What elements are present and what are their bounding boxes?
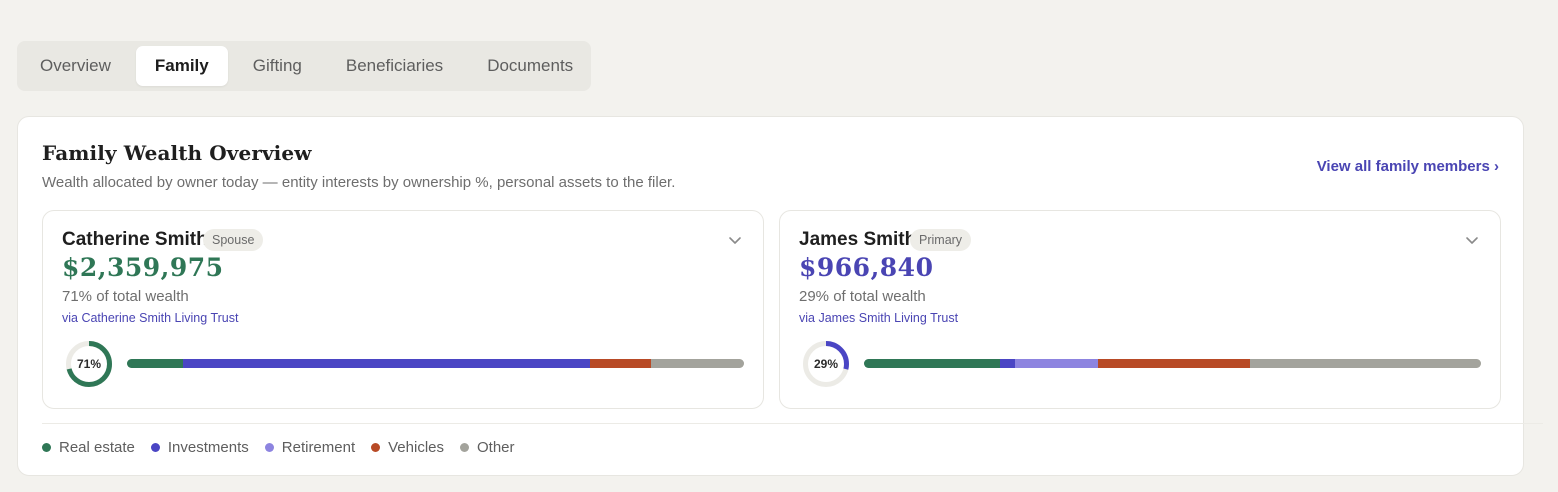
legend-item: Other	[460, 439, 515, 456]
tab-beneficiaries[interactable]: Beneficiaries	[327, 46, 462, 86]
legend-dot-icon	[150, 443, 160, 452]
legend-label: Investments	[167, 439, 249, 456]
member-name: Catherine Smith	[62, 229, 208, 250]
legend-dot-icon	[460, 443, 469, 452]
legend-label: Other	[477, 439, 515, 456]
panel-title: Family Wealth Overview	[42, 141, 312, 165]
share-donut-label: 29%	[814, 357, 838, 371]
member-name: James Smith	[799, 229, 917, 250]
allocation-segment	[1015, 359, 1099, 368]
legend-dot-icon	[371, 443, 381, 452]
tab-overview[interactable]: Overview	[21, 46, 130, 86]
share-donut: 29%	[803, 341, 849, 387]
legend-dot-icon	[264, 443, 274, 452]
member-role-badge: Primary	[910, 229, 972, 251]
allocation-bar	[127, 359, 744, 368]
tab-gifting[interactable]: Gifting	[234, 46, 321, 86]
member-role-badge: Spouse	[203, 229, 264, 251]
member-amount: $966,840	[799, 253, 934, 282]
member-share-text: 71% of total wealth	[62, 288, 189, 305]
panel-subtitle: Wealth allocated by owner today — entity…	[42, 174, 676, 191]
tab-family[interactable]: Family	[135, 46, 228, 86]
member-card-james: James Smith Primary $966,840 29% of tota…	[779, 210, 1501, 409]
legend: Real estate Investments Retirement Vehicles…	[42, 439, 531, 456]
view-all-family-members-link[interactable]: View all family members ›	[1317, 158, 1499, 175]
member-amount: $2,359,975	[62, 253, 224, 282]
allocation-segment	[1249, 359, 1481, 368]
chevron-down-icon[interactable]	[1464, 232, 1480, 248]
share-donut-label: 71%	[77, 357, 101, 371]
share-donut: 71%	[66, 341, 112, 387]
family-wealth-panel: Family Wealth Overview Wealth allocated …	[17, 116, 1543, 476]
member-card-catherine: Catherine Smith Spouse $2,359,975 71% of…	[42, 210, 764, 409]
legend-label: Retirement	[281, 439, 356, 456]
allocation-segment	[864, 359, 1000, 368]
allocation-segment	[1098, 359, 1250, 368]
allocation-bar	[864, 359, 1481, 368]
legend-item: Vehicles	[371, 439, 444, 456]
allocation-segment	[127, 359, 183, 368]
member-via-link[interactable]: via James Smith Living Trust	[799, 311, 958, 325]
legend-item: Retirement	[264, 439, 356, 456]
allocation-segment	[999, 359, 1016, 368]
tab-documents[interactable]: Documents	[468, 46, 592, 86]
chevron-down-icon[interactable]	[727, 232, 743, 248]
allocation-segment	[182, 359, 590, 368]
legend-dot-icon	[42, 443, 51, 452]
member-via-link[interactable]: via Catherine Smith Living Trust	[62, 311, 238, 325]
legend-item: Investments	[150, 439, 249, 456]
legend-label: Real estate	[59, 439, 135, 456]
allocation-segment	[651, 359, 744, 368]
legend-item: Real estate	[42, 439, 135, 456]
legend-label: Vehicles	[388, 439, 444, 456]
allocation-segment	[589, 359, 652, 368]
tab-bar: Overview Family Gifting Beneficiaries Do…	[17, 41, 591, 91]
member-share-text: 29% of total wealth	[799, 288, 926, 305]
legend-divider	[42, 423, 1543, 424]
